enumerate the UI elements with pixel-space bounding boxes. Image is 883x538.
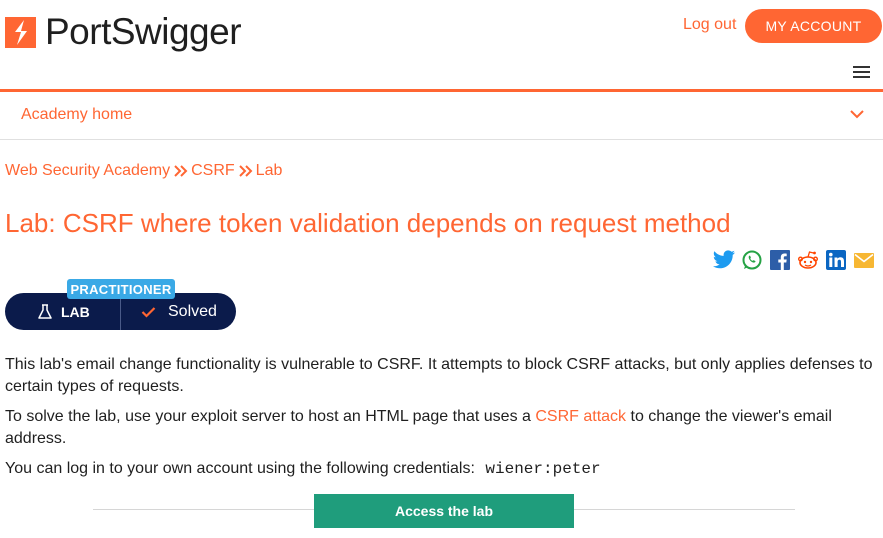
instructions-text-before: To solve the lab, use your exploit serve… <box>5 408 536 425</box>
access-lab-button[interactable]: Access the lab <box>314 494 574 528</box>
double-chevron-icon <box>174 165 188 177</box>
breadcrumb: Web Security Academy CSRF Lab <box>5 162 282 180</box>
my-account-button[interactable]: MY ACCOUNT <box>745 9 882 43</box>
linkedin-icon[interactable] <box>824 248 848 272</box>
lab-description: This lab's email change functionality is… <box>5 356 873 395</box>
credentials-intro: You can log in to your own account using… <box>5 460 475 477</box>
brand-name: PortSwigger <box>45 11 242 52</box>
page-title: Lab: CSRF where token validation depends… <box>5 208 731 238</box>
academy-home-link[interactable]: Academy home <box>21 106 132 124</box>
portswigger-logo-icon <box>5 16 36 48</box>
share-bar <box>712 248 880 272</box>
chevron-down-icon[interactable] <box>849 108 865 120</box>
site-header: PortSwigger Log out MY ACCOUNT <box>0 0 883 89</box>
lab-instructions: To solve the lab, use your exploit serve… <box>5 406 881 450</box>
breadcrumb-lab[interactable]: Lab <box>256 162 283 180</box>
csrf-attack-link[interactable]: CSRF attack <box>535 408 626 425</box>
breadcrumb-csrf[interactable]: CSRF <box>191 162 235 180</box>
facebook-icon[interactable] <box>768 248 792 272</box>
credentials-line: You can log in to your own account using… <box>5 458 881 480</box>
twitter-icon[interactable] <box>712 248 736 272</box>
academy-nav[interactable]: Academy home <box>0 92 883 140</box>
whatsapp-icon[interactable] <box>740 248 764 272</box>
lab-type-label: LAB <box>61 303 90 320</box>
portswigger-logo[interactable]: PortSwigger <box>5 11 242 52</box>
reddit-icon[interactable] <box>796 248 820 272</box>
logout-link[interactable]: Log out <box>683 16 736 34</box>
breadcrumb-academy[interactable]: Web Security Academy <box>5 162 170 180</box>
checkmark-icon <box>141 306 156 318</box>
email-icon[interactable] <box>852 248 876 272</box>
lab-status-label: Solved <box>168 302 217 320</box>
difficulty-badge: PRACTITIONER <box>67 279 175 299</box>
menu-icon[interactable] <box>853 66 870 79</box>
credentials-code: wiener:peter <box>485 460 601 478</box>
flask-icon <box>38 303 52 319</box>
double-chevron-icon <box>238 165 253 177</box>
